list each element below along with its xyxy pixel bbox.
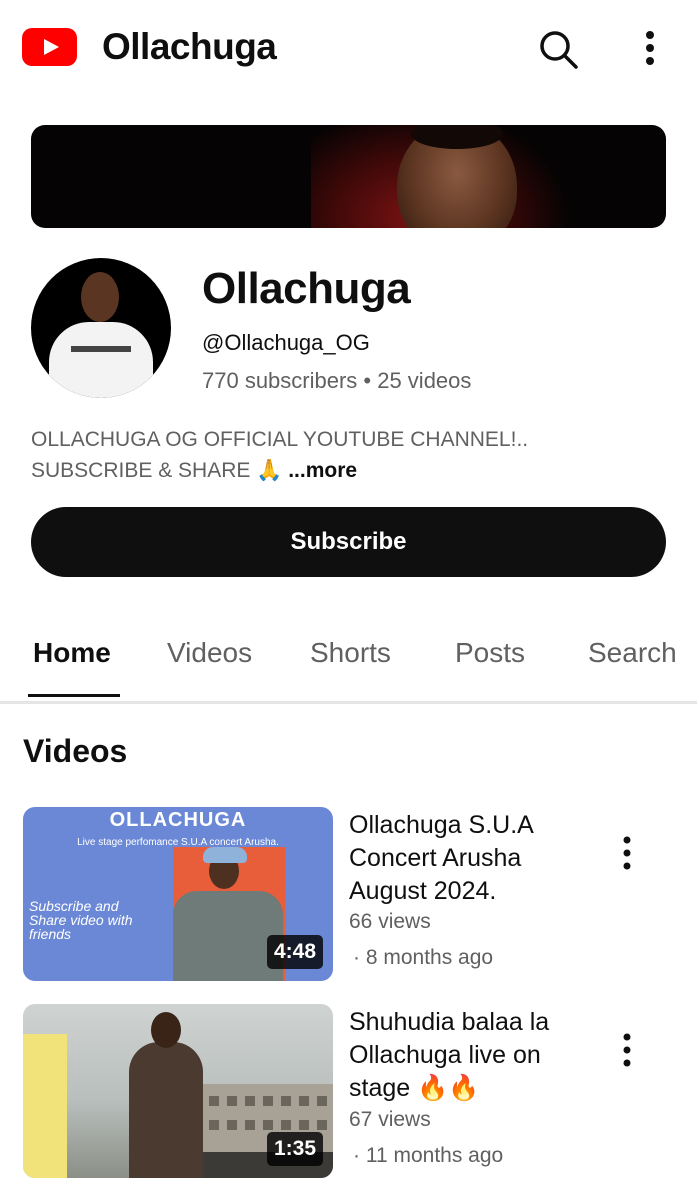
description-line-2-text: SUBSCRIBE & SHARE 🙏 xyxy=(31,459,283,482)
more-options-button[interactable] xyxy=(630,26,670,74)
app-title: Ollachuga xyxy=(102,26,277,67)
thumb-performer-body xyxy=(173,891,283,981)
channel-banner xyxy=(31,125,666,228)
thumb-side-text: Subscribe and Share video with friends xyxy=(29,898,133,942)
channel-handle: @Ollachuga_OG xyxy=(202,330,370,355)
channel-name: Ollachuga xyxy=(202,264,411,313)
more-vert-icon xyxy=(623,836,631,870)
thumb-brand-text: OLLACHUGA xyxy=(109,809,247,831)
video-thumbnail[interactable]: 1:35 xyxy=(23,1004,333,1178)
description-line-1: OLLACHUGA OG OFFICIAL YOUTUBE CHANNEL!.. xyxy=(31,428,529,451)
channel-avatar[interactable] xyxy=(31,258,171,398)
channel-stats: 770 subscribers • 25 videos xyxy=(202,368,472,393)
video-menu-button[interactable] xyxy=(612,832,642,876)
tab-search[interactable]: Search xyxy=(588,637,677,669)
subscribe-button[interactable]: Subscribe xyxy=(31,507,666,577)
search-icon xyxy=(540,31,578,69)
description-line-2: SUBSCRIBE & SHARE 🙏 ...more xyxy=(31,455,631,486)
video-title[interactable]: Ollachuga S.U.A Concert Arusha August 20… xyxy=(349,809,589,908)
active-tab-indicator xyxy=(28,694,120,697)
video-title[interactable]: Shuhudia balaa la Ollachuga live on stag… xyxy=(349,1006,589,1105)
channel-tabs: Home Videos Shorts Posts Search xyxy=(0,615,697,701)
avatar-shirt xyxy=(49,322,153,398)
thumb-building-windows xyxy=(209,1096,327,1106)
video-age: · 11 months ago xyxy=(353,1144,504,1167)
thumb-building-windows xyxy=(209,1120,327,1130)
more-vert-icon xyxy=(646,31,654,65)
thumb-performer-body xyxy=(129,1042,203,1178)
tab-posts[interactable]: Posts xyxy=(455,637,525,669)
search-button[interactable] xyxy=(534,26,582,74)
avatar-shirt-print xyxy=(71,346,131,352)
video-duration-badge: 4:48 xyxy=(266,935,323,969)
video-age: · 8 months ago xyxy=(353,946,494,969)
more-vert-icon xyxy=(623,1033,631,1067)
thumb-tent-image xyxy=(23,1034,67,1178)
thumb-performer-head xyxy=(151,1012,181,1048)
description-more-link[interactable]: ...more xyxy=(288,459,357,482)
youtube-logo-icon[interactable] xyxy=(22,28,77,66)
video-views: 66 views xyxy=(349,910,431,933)
channel-description[interactable]: OLLACHUGA OG OFFICIAL YOUTUBE CHANNEL!..… xyxy=(31,424,631,486)
avatar-head xyxy=(81,272,119,322)
tab-home[interactable]: Home xyxy=(33,637,111,669)
tab-shorts[interactable]: Shorts xyxy=(310,637,391,669)
video-thumbnail[interactable]: OLLACHUGA Live stage perfomance S.U.A co… xyxy=(23,807,333,981)
video-duration-badge: 1:35 xyxy=(266,1132,323,1166)
tabs-divider xyxy=(0,701,697,704)
tab-videos[interactable]: Videos xyxy=(167,637,252,669)
video-views: 67 views xyxy=(349,1108,431,1131)
thumb-subtitle-text: Live stage perfomance S.U.A concert Arus… xyxy=(77,837,279,848)
video-menu-button[interactable] xyxy=(612,1029,642,1073)
thumb-performer-cap xyxy=(203,847,247,863)
section-title: Videos xyxy=(23,733,128,769)
app-bar: Ollachuga xyxy=(0,0,697,100)
